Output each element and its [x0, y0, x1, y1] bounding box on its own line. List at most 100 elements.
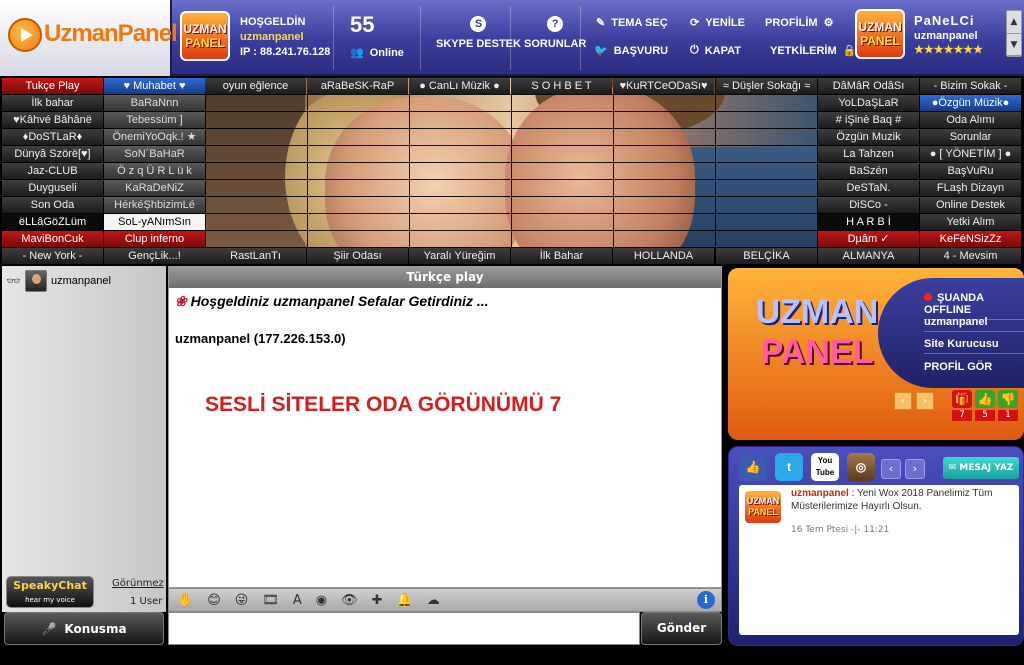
room-item[interactable]: Son Oda [2, 197, 103, 213]
room-item[interactable]: Tukçe Play [2, 78, 103, 94]
invisible-link[interactable]: Görünmez [112, 578, 164, 589]
film-icon[interactable]: 🎞 [262, 593, 279, 608]
apply-button[interactable]: 🐦 BAŞVURU [594, 44, 668, 58]
room-item[interactable]: Oda Alımı [920, 112, 1021, 128]
room-item[interactable]: ÖnemiYoOqk.! ★ [104, 129, 205, 145]
bell-icon[interactable]: 🔔 [397, 593, 413, 608]
room-item[interactable]: ● [ YÖNETİM ] ● [920, 146, 1021, 162]
room-item[interactable]: Duyguseli [2, 180, 103, 196]
user-list-item[interactable]: 👓 uzmanpanel [6, 270, 111, 292]
room-item[interactable]: - New York - [2, 248, 103, 264]
my-profile-button[interactable]: PROFİLİM ⚙ [765, 16, 833, 30]
room-item[interactable]: Şiir Odası [307, 248, 408, 264]
theme-select-button[interactable]: ✎ TEMA SEÇ [596, 16, 668, 30]
room-item[interactable]: RastLanTı [205, 248, 306, 264]
room-item[interactable]: SoN´BaHaR [104, 146, 205, 162]
room-item[interactable]: FLaşh Dizayn [920, 180, 1021, 196]
room-item[interactable]: Yetki Alım [920, 214, 1021, 230]
facebook-like-icon[interactable]: 👍 [739, 453, 767, 481]
room-item[interactable]: BaRaNnn [104, 95, 205, 111]
camera-icon[interactable]: ◉ [316, 593, 327, 608]
room-item[interactable]: oyun eğlence [205, 78, 306, 94]
instagram-icon[interactable]: ◎ [847, 453, 875, 481]
scroll-up-icon[interactable]: ▲ [1007, 11, 1021, 34]
room-item[interactable]: aRaBeSK-RaP [307, 78, 408, 94]
room-item[interactable]: ♦DoSTLaR♦ [2, 129, 103, 145]
room-item[interactable]: ≈ Düşler Sokağı ≈ [716, 78, 817, 94]
room-item[interactable]: ëLLâGöZLüm [2, 214, 103, 230]
room-item[interactable]: DâMâR OdâSı [818, 78, 919, 94]
room-item[interactable]: GençLik...! [104, 248, 205, 264]
send-button[interactable]: Gönder [641, 612, 722, 645]
room-item[interactable]: ♥Kâhvé Bâhânë [2, 112, 103, 128]
room-item[interactable]: Dünyâ Szörë[♥] [2, 146, 103, 162]
social-prev-icon[interactable]: ‹ [881, 459, 901, 479]
room-item[interactable]: La Tahzen [818, 146, 919, 162]
online-users-button[interactable]: 👥 Online [350, 46, 404, 60]
room-item[interactable]: Online Destek [920, 197, 1021, 213]
room-item[interactable]: ●Özgün Müzik● [920, 95, 1021, 111]
room-item[interactable]: DiSCo - [818, 197, 919, 213]
room-item[interactable]: Tebessüm ] [104, 112, 205, 128]
room-item[interactable]: Jaz-CLUB [2, 163, 103, 179]
close-button[interactable]: ⏻ KAPAT [690, 44, 741, 57]
problems-button[interactable]: ? SORUNLAR [524, 16, 586, 50]
gift-vote[interactable]: 🎁 7 [952, 390, 972, 421]
youtube-icon[interactable]: You Tube [811, 453, 839, 481]
header-scroll[interactable]: ▲ ▼ [1006, 10, 1022, 57]
room-item[interactable]: İlk bahar [2, 95, 103, 111]
room-item[interactable]: ♥KuRTCeODaSı♥ [613, 78, 714, 94]
room-item[interactable]: S O H B E T [511, 78, 612, 94]
room-item[interactable]: BaSzén [818, 163, 919, 179]
room-item[interactable]: YoLDaŞLaR [818, 95, 919, 111]
cross-icon[interactable]: ✚ [372, 593, 383, 608]
talk-button[interactable]: 🎤 Konusma [4, 612, 164, 645]
dislike-vote[interactable]: 👎 1 [998, 390, 1018, 421]
like-vote[interactable]: 👍 5 [975, 390, 995, 421]
hand-icon[interactable]: ✋ [177, 593, 193, 608]
info-icon[interactable]: i [697, 591, 715, 609]
room-item[interactable]: Sorunlar [920, 129, 1021, 145]
tongue-emoji-icon[interactable]: 😜 [235, 593, 249, 608]
room-item[interactable]: HOLLANDA [613, 248, 714, 264]
message-input[interactable] [168, 612, 640, 645]
room-item[interactable]: 4 - Mevsim [920, 248, 1021, 264]
room-item[interactable]: MaviBonCuk [2, 231, 103, 247]
smiley-icon[interactable]: 😊 [207, 593, 221, 608]
font-icon[interactable]: A [293, 593, 302, 608]
news-user[interactable]: uzmanpanel [791, 488, 849, 499]
room-item[interactable]: Clup inferno [104, 231, 205, 247]
room-item[interactable]: ● CanLı Müzik ● [409, 78, 510, 94]
site-logo[interactable]: UzmanPanel [0, 0, 178, 76]
room-item[interactable]: Dµâm ✓ [818, 231, 919, 247]
room-item[interactable]: ALMANYA [818, 248, 919, 264]
social-next-icon[interactable]: › [905, 459, 925, 479]
room-item[interactable]: - Bizim Sokak - [920, 78, 1021, 94]
skype-icon: S [470, 16, 487, 32]
eye-icon[interactable]: 👁 [341, 593, 358, 608]
room-item[interactable]: # iŞinè Baq # [818, 112, 919, 128]
room-item[interactable]: BELÇİKA [716, 248, 817, 264]
room-item[interactable]: ♥ Muhabet ♥ [104, 78, 205, 94]
write-message-button[interactable]: ✉ MESAJ YAZ [943, 457, 1019, 479]
room-item[interactable]: HérkéŞhbizimLé [104, 197, 205, 213]
view-profile-link[interactable]: PROFİL GÖR [924, 361, 1024, 373]
room-item[interactable]: BaşVuRu [920, 163, 1021, 179]
room-item[interactable]: Yaralı Yüreğim [409, 248, 510, 264]
room-item[interactable]: Özgün Muzik [818, 129, 919, 145]
my-permissions-button[interactable]: YETKİLERİM 🔒 [770, 44, 856, 58]
room-item[interactable]: DeSTaN. [818, 180, 919, 196]
room-item[interactable]: Ö z q Ü R L ü k [104, 163, 205, 179]
prev-arrow-icon[interactable]: ‹ [894, 392, 912, 410]
cloud-upload-icon[interactable]: ☁ [427, 593, 440, 608]
room-item[interactable]: İlk Bahar [511, 248, 612, 264]
room-item[interactable]: SoL-yANımSın [104, 214, 205, 230]
room-item[interactable]: KaRaDeNiZ [104, 180, 205, 196]
room-item[interactable]: H A R B İ [818, 214, 919, 230]
room-item[interactable]: KeFéNSizZz [920, 231, 1021, 247]
scroll-down-icon[interactable]: ▼ [1007, 34, 1021, 57]
skype-support-button[interactable]: S SKYPE DESTEK [436, 16, 521, 50]
next-arrow-icon[interactable]: › [916, 392, 934, 410]
twitter-icon[interactable]: t [775, 453, 803, 481]
refresh-button[interactable]: ⟳ YENİLE [690, 16, 745, 30]
